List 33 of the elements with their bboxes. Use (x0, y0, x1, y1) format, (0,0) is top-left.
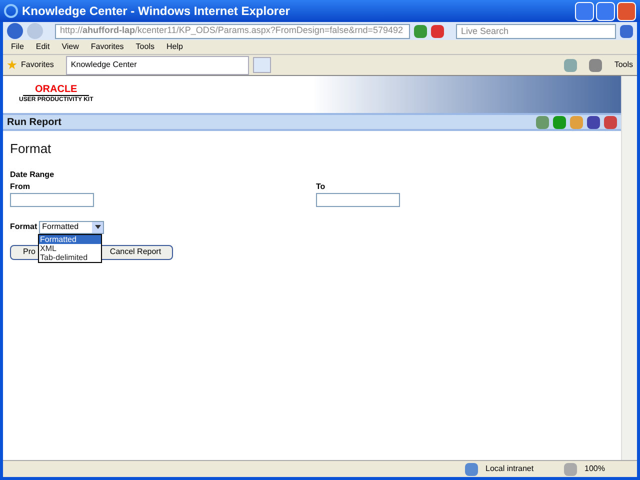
new-tab-button[interactable] (252, 57, 271, 73)
search-field[interactable]: Live Search (456, 24, 616, 38)
address-field[interactable]: http://ahufford-lap/kcenter11/KP_ODS/Params.aspx?FromDesign=false&rnd=579492 (55, 24, 410, 38)
date-field[interactable] (316, 192, 400, 206)
maximize-button[interactable] (596, 2, 615, 20)
dropdown-option[interactable]: XML (39, 244, 101, 252)
field-label: To (316, 180, 326, 192)
field-label: Format (10, 221, 38, 233)
menu-item[interactable]: Favorites (90, 41, 124, 53)
page-title: Run Report (7, 116, 62, 130)
group-label: Date Range (10, 168, 56, 180)
window-title: Knowledge Center - Windows Internet Explorer (22, 3, 291, 20)
browser-logo-icon (4, 4, 18, 18)
logo: ORACLE (23, 84, 90, 96)
zoom-label[interactable]: 100% (584, 463, 605, 475)
menu-item[interactable]: Edit (36, 41, 50, 53)
close-button[interactable] (617, 2, 636, 20)
menu-item[interactable]: File (11, 41, 24, 53)
scrollbar[interactable] (621, 76, 637, 460)
minimize-button[interactable] (575, 2, 594, 20)
menu-item[interactable]: Help (166, 41, 183, 53)
favorites-button[interactable]: Favorites (21, 59, 54, 71)
dropdown-option[interactable]: Tab-delimited (39, 252, 101, 262)
section-heading: Format (10, 140, 52, 158)
back-button[interactable] (7, 23, 23, 39)
date-field[interactable] (10, 192, 94, 206)
tools-button[interactable]: Tools (614, 59, 633, 71)
menu-item[interactable]: View (62, 41, 79, 53)
menu-item[interactable]: Tools (136, 41, 154, 53)
field-label: From (10, 180, 31, 192)
zone-label: Local intranet (486, 463, 535, 475)
browser-tab[interactable]: Knowledge Center (66, 56, 249, 74)
dropdown-option[interactable]: Formatted (39, 234, 101, 244)
